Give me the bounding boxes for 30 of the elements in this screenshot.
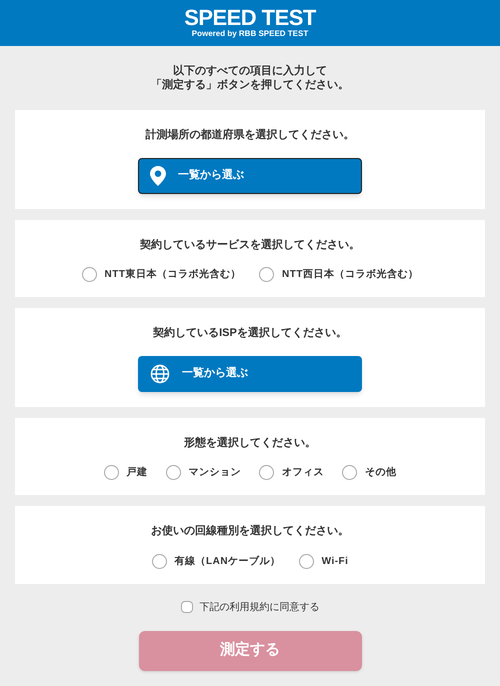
radio-button[interactable] xyxy=(104,465,118,480)
location-pin-icon xyxy=(150,166,166,186)
radio-button[interactable] xyxy=(152,554,167,568)
radio-button[interactable] xyxy=(298,554,314,568)
intro-text: 以下のすべての項目に入力して 「測定する」ボタンを押してください。 xyxy=(150,64,350,93)
globe-icon xyxy=(150,364,170,384)
agreement-checkbox-label[interactable]: 下記の利用規約に同意する xyxy=(180,600,320,614)
radio-option[interactable]: NTT東日本（コラボ光含む） xyxy=(82,267,241,282)
app-title: SPEED TEST xyxy=(184,7,316,29)
section-title: 契約しているISPを選択してください。 xyxy=(153,326,347,341)
radio-option[interactable]: 有線（LANケーブル） xyxy=(152,554,281,568)
radio-button[interactable] xyxy=(342,465,357,480)
section-title: 契約しているサービスを選択してください。 xyxy=(140,238,360,252)
select-from-list-button[interactable]: 一覧から選ぶ xyxy=(138,158,362,194)
section-title: 形態を選択してください。 xyxy=(184,436,316,450)
section-title: お使いの回線種別を選択してください。 xyxy=(151,524,349,539)
section-title: 計測場所の都道府県を選択してください。 xyxy=(146,128,354,143)
select-from-list-button[interactable]: 一覧から選ぶ xyxy=(138,356,362,392)
radio-option[interactable]: その他 xyxy=(342,465,396,480)
radio-option[interactable]: Wi-Fi xyxy=(298,554,348,568)
agreement-checkbox[interactable] xyxy=(180,601,192,613)
radio-option[interactable]: 戸建 xyxy=(104,465,148,480)
app-subtitle: Powered by RBB SPEED TEST xyxy=(192,29,308,39)
radio-button[interactable] xyxy=(82,267,97,282)
radio-option[interactable]: マンション xyxy=(166,465,241,480)
radio-button[interactable] xyxy=(166,465,180,480)
radio-option[interactable]: NTT西日本（コラボ光含む） xyxy=(259,267,418,282)
radio-option[interactable]: オフィス xyxy=(259,465,324,480)
radio-button[interactable] xyxy=(259,267,274,282)
radio-button[interactable] xyxy=(259,465,274,480)
